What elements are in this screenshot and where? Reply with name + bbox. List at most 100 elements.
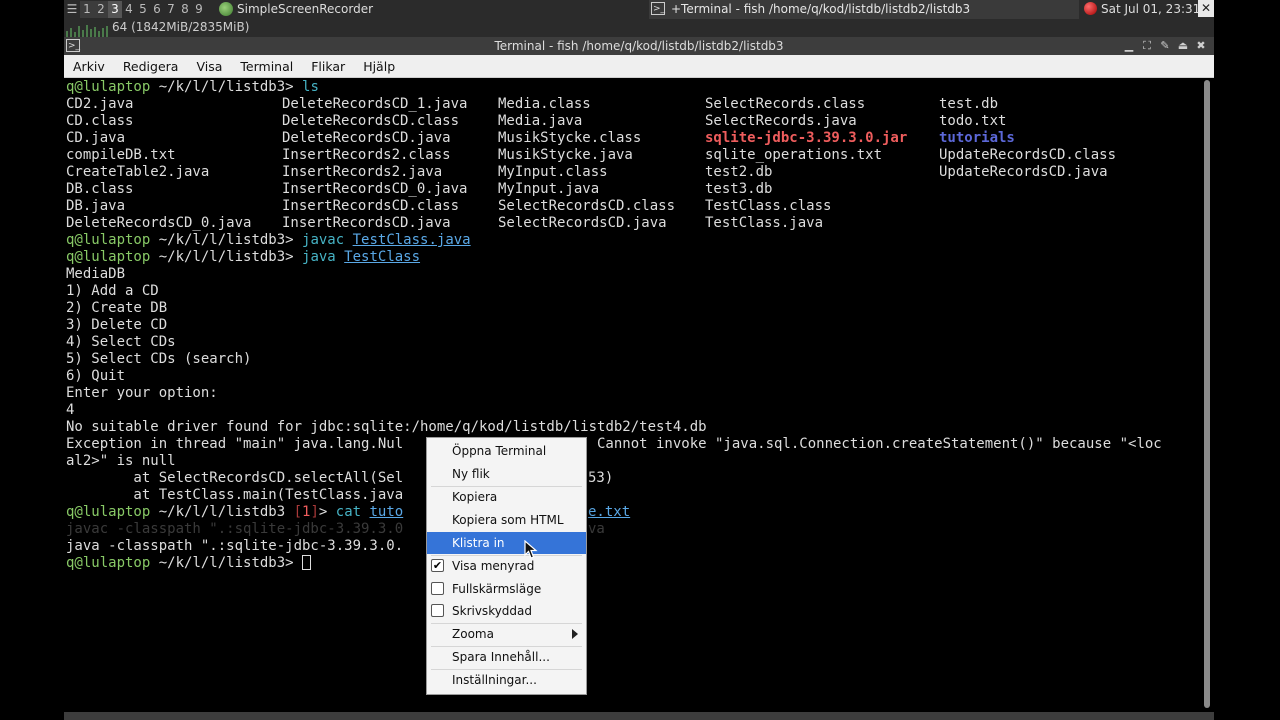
ls-entry: todo.txt [939, 113, 1007, 129]
menu-item-label: Spara Innehåll... [452, 650, 550, 664]
arg-javac[interactable]: TestClass.java [353, 232, 471, 248]
menu-item-save-contents[interactable]: Spara Innehåll... [427, 646, 586, 668]
prompt-line: q@lulaptop ~/k/l/l/listdb3 [1]> cat tuto [66, 504, 404, 520]
prompt-user: q@lulaptop [66, 232, 151, 248]
workspace-3[interactable]: 3 [108, 1, 122, 18]
checkbox-unchecked-icon[interactable] [431, 582, 444, 595]
prompt-path: ~/k/l/l/listdb3 [150, 555, 286, 571]
stack-line-1-end: 53) [588, 470, 614, 486]
menu-visa[interactable]: Visa [187, 59, 231, 74]
menu-redigera[interactable]: Redigera [114, 59, 188, 74]
shade-icon[interactable]: ⏏ [1176, 39, 1190, 53]
arg-cat[interactable]: tuto [370, 504, 404, 520]
menu-terminal[interactable]: Terminal [231, 59, 302, 74]
workspace-7[interactable]: 7 [164, 1, 178, 18]
ls-entry: CD2.java [66, 96, 134, 112]
menu-item-label: Kopiera som HTML [452, 513, 564, 527]
record-dot-icon[interactable] [1084, 2, 1097, 15]
workspace-2[interactable]: 2 [94, 1, 108, 18]
prompt-path: ~/k/l/l/listdb3 [150, 504, 286, 520]
workspace-switcher[interactable]: ☰ 1 2 3 4 5 6 7 8 9 [64, 1, 206, 18]
ls-entry: TestClass.class [705, 198, 832, 214]
workspace-1[interactable]: 1 [80, 1, 94, 18]
menu-item-show-menubar[interactable]: ✔ Visa menyrad [427, 555, 586, 577]
ls-entry: CD.class [66, 113, 134, 129]
output-line: Enter your option: [66, 385, 218, 401]
pin-icon[interactable]: ✎ [1158, 39, 1172, 53]
menu-hjalp[interactable]: Hjälp [354, 59, 404, 74]
maximize-icon[interactable]: ⛶ [1140, 39, 1154, 53]
menu-item-paste[interactable]: Klistra in [427, 532, 586, 554]
ls-entry: MyInput.class [498, 164, 608, 180]
ls-entry: compileDB.txt [66, 147, 176, 163]
prompt-line: q@lulaptop ~/k/l/l/listdb3> ls [66, 79, 319, 96]
arg-cat-end[interactable]: e.txt [588, 504, 630, 521]
minimize-icon[interactable]: ▁ [1122, 39, 1136, 53]
clock[interactable]: Sat Jul 01, 23:31 [1101, 1, 1200, 18]
output-line: 4 [66, 402, 75, 418]
scrollbar-thumb[interactable] [1204, 80, 1210, 708]
menu-item-label: Kopiera [452, 490, 498, 504]
menu-item-new-tab[interactable]: Ny flik [427, 463, 586, 485]
prompt-gt: > [285, 555, 303, 571]
prompt-gt: > [285, 249, 303, 265]
recorder-icon[interactable] [219, 2, 233, 16]
taskbar-terminal-title: +Terminal - fish /home/q/kod/listdb/list… [671, 2, 971, 16]
prompt-user: q@lulaptop [66, 249, 151, 265]
checkbox-unchecked-icon[interactable] [431, 604, 444, 617]
menu-item-read-only[interactable]: Skrivskyddad [427, 600, 586, 622]
output-line: 1) Add a CD [66, 283, 159, 299]
taskbar-app-recorder[interactable]: SimpleScreenRecorder [237, 1, 373, 18]
ls-entry: test3.db [705, 181, 773, 197]
ls-entry: DB.java [66, 198, 126, 214]
right-letterbox [1214, 0, 1280, 720]
terminal-output[interactable]: q@lulaptop ~/k/l/l/listdb3> ls CD2.java C… [64, 78, 1200, 712]
mouse-pointer-icon [524, 540, 538, 559]
output-line: 5) Select CDs (search) [66, 351, 252, 367]
workspace-5[interactable]: 5 [136, 1, 150, 18]
menu-item-zoom[interactable]: Zooma [427, 623, 586, 645]
menu-item-label: Visa menyrad [452, 559, 535, 573]
window-close-icon[interactable]: ✖ [1194, 39, 1208, 53]
ls-entry: Media.java [498, 113, 583, 129]
close-icon[interactable]: ✕ [1198, 0, 1214, 17]
terminal-icon: >_ [651, 2, 666, 15]
menu-item-open-terminal[interactable]: Öppna Terminal [427, 440, 586, 462]
terminal-scrollbar[interactable] [1200, 78, 1214, 712]
workspace-6[interactable]: 6 [150, 1, 164, 18]
text-cursor [302, 555, 312, 570]
prompt-line: q@lulaptop ~/k/l/l/listdb3> javac TestCl… [66, 232, 471, 249]
menu-item-preferences[interactable]: Inställningar... [427, 669, 586, 691]
terminal-icon[interactable]: >_ [66, 39, 80, 52]
ls-entry: test.db [939, 96, 999, 112]
checkbox-checked-icon[interactable]: ✔ [431, 559, 444, 572]
menu-arkiv[interactable]: Arkiv [64, 59, 114, 74]
memory-readout: 64 (1842MiB/2835MiB) [112, 20, 250, 34]
ls-entry: UpdateRecordsCD.java [939, 164, 1108, 180]
exception-line: Exception in thread "main" java.lang.Nul [66, 436, 403, 453]
output-line: 6) Quit [66, 368, 126, 384]
ls-entry: MyInput.java [498, 181, 600, 197]
menu-flikar[interactable]: Flikar [302, 59, 354, 74]
ls-entry: DeleteRecordsCD.java [282, 130, 451, 146]
window-titlebar[interactable]: >_ Terminal - fish /home/q/kod/listdb/li… [64, 37, 1214, 55]
menu-item-label: Klistra in [452, 536, 505, 550]
menu-item-fullscreen[interactable]: Fullskärmsläge [427, 578, 586, 600]
workspace-9[interactable]: 9 [192, 1, 206, 18]
menu-item-copy-html[interactable]: Kopiera som HTML [427, 509, 586, 531]
ls-entry: SelectRecords.class [705, 96, 866, 112]
ls-entry: CD.java [66, 130, 126, 146]
ls-entry: SelectRecordsCD.class [498, 198, 676, 214]
arg-java[interactable]: TestClass [344, 249, 420, 265]
prompt-user: q@lulaptop [66, 555, 151, 571]
prompt-user: q@lulaptop [66, 504, 151, 520]
menu-item-copy[interactable]: Kopiera [427, 486, 586, 508]
workspace-4[interactable]: 4 [122, 1, 136, 18]
ls-entry: test2.db [705, 164, 773, 180]
command-ls: ls [302, 79, 319, 95]
window-title: Terminal - fish /home/q/kod/listdb/listd… [494, 39, 784, 53]
prompt-path: ~/k/l/l/listdb3 [150, 249, 286, 265]
taskbar-item-terminal[interactable]: >_ +Terminal - fish /home/q/kod/listdb/l… [649, 0, 1079, 19]
workspace-8[interactable]: 8 [178, 1, 192, 18]
ls-entry: tutorials [939, 130, 1015, 146]
